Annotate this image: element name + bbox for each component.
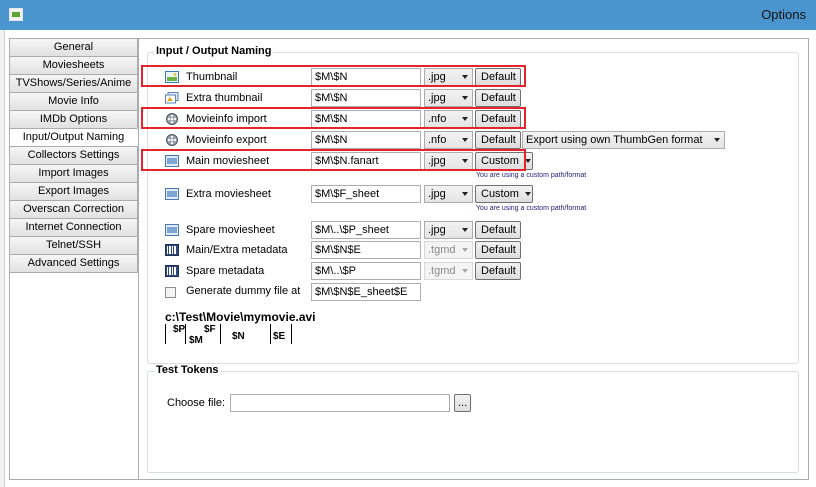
tab-advanced-settings[interactable]: Advanced Settings — [9, 254, 138, 273]
spare-metadata-label: Spare metadata — [186, 265, 265, 277]
tab-tvshows[interactable]: TVShows/Series/Anime — [9, 74, 138, 92]
sheet-picture-icon — [165, 188, 179, 200]
thumbnail-default-button[interactable]: Default — [475, 68, 521, 86]
tab-input-output-naming[interactable]: Input/Output Naming — [9, 128, 138, 146]
tab-general[interactable]: General — [9, 38, 138, 56]
paint-pictures-icon — [165, 92, 179, 104]
chevron-down-icon — [462, 138, 468, 142]
film-reel-icon — [166, 113, 178, 125]
landscape-picture-icon — [165, 71, 179, 83]
test-tokens-title: Test Tokens — [154, 364, 221, 376]
spare-metadata-path-field[interactable]: $M\..\$P — [311, 262, 421, 280]
test-tokens-group — [147, 371, 799, 473]
chevron-down-icon — [462, 192, 468, 196]
generate-dummy-checkbox[interactable] — [165, 287, 176, 298]
extra-thumbnail-ext-select[interactable]: .jpg — [424, 89, 473, 107]
window-title: Options — [761, 7, 806, 22]
movieinfo-export-ext-select[interactable]: .nfo — [424, 131, 473, 149]
tab-collectors-settings[interactable]: Collectors Settings — [9, 146, 138, 164]
extra-thumbnail-label: Extra thumbnail — [186, 92, 263, 104]
chevron-down-icon — [462, 248, 468, 252]
barcode-film-icon — [165, 265, 179, 277]
main-moviesheet-path-field[interactable]: $M\$N.fanart — [311, 152, 421, 170]
extra-thumbnail-path-field[interactable]: $M\$N — [311, 89, 421, 107]
spare-moviesheet-default-button[interactable]: Default — [475, 221, 521, 239]
tab-moviesheets[interactable]: Moviesheets — [9, 56, 138, 74]
chevron-down-icon — [524, 159, 531, 164]
token-e: $E — [273, 331, 286, 342]
chevron-down-icon — [462, 228, 468, 232]
barcode-film-icon — [165, 244, 179, 256]
movieinfo-import-ext-select[interactable]: .nfo — [424, 110, 473, 128]
film-reel-icon — [166, 134, 178, 146]
main-moviesheet-custom-note: You are using a custom path/format — [476, 172, 587, 179]
app-icon — [9, 8, 23, 21]
choose-file-label: Choose file: — [167, 397, 226, 409]
main-moviesheet-label: Main moviesheet — [186, 155, 270, 167]
extra-moviesheet-ext-select[interactable]: .jpg — [424, 185, 473, 203]
extra-thumbnail-default-button[interactable]: Default — [475, 89, 521, 107]
chevron-down-icon — [462, 269, 468, 273]
main-extra-metadata-path-field[interactable]: $M\$N$E — [311, 241, 421, 259]
tab-import-images[interactable]: Import Images — [9, 164, 138, 182]
tab-imdb-options[interactable]: IMDb Options — [9, 110, 138, 128]
chevron-down-icon — [462, 75, 468, 79]
spare-metadata-default-button[interactable]: Default — [475, 262, 521, 280]
chevron-down-icon — [524, 192, 531, 197]
movieinfo-import-label: Movieinfo import — [186, 113, 267, 125]
tab-internet-connection[interactable]: Internet Connection — [9, 218, 138, 236]
tab-movie-info[interactable]: Movie Info — [9, 92, 138, 110]
chevron-down-icon — [462, 96, 468, 100]
main-extra-metadata-label: Main/Extra metadata — [186, 244, 288, 256]
tab-overscan-correction[interactable]: Overscan Correction — [9, 200, 138, 218]
export-format-select[interactable]: Export using own ThumbGen format — [522, 131, 725, 149]
extra-moviesheet-custom-note: You are using a custom path/format — [476, 205, 587, 212]
spare-moviesheet-ext-select[interactable]: .jpg — [424, 221, 473, 239]
token-f: $F — [204, 324, 216, 335]
extra-moviesheet-path-field[interactable]: $M\$F_sheet — [311, 185, 421, 203]
main-moviesheet-custom-button[interactable]: Custom — [475, 152, 533, 170]
choose-file-field[interactable] — [230, 394, 450, 412]
token-legend: c:\Test\Movie\mymovie.avi $P $M $F $N $E — [165, 310, 355, 350]
extra-moviesheet-label: Extra moviesheet — [186, 188, 271, 200]
tab-telnet-ssh[interactable]: Telnet/SSH — [9, 236, 138, 254]
chevron-down-icon — [714, 138, 720, 142]
main-moviesheet-ext-select[interactable]: .jpg — [424, 152, 473, 170]
token-n: $N — [232, 331, 245, 342]
thumbnail-label: Thumbnail — [186, 71, 238, 83]
extra-moviesheet-custom-button[interactable]: Custom — [475, 185, 533, 203]
main-extra-metadata-default-button[interactable]: Default — [475, 241, 521, 259]
settings-panel: Input / Output Naming Thumbnail $M\$N .j… — [138, 38, 809, 480]
chevron-down-icon — [462, 117, 468, 121]
generate-dummy-label: Generate dummy file at — [186, 285, 301, 297]
browse-button[interactable]: ... — [454, 394, 471, 412]
token-path-example: c:\Test\Movie\mymovie.avi — [165, 310, 316, 324]
tab-export-images[interactable]: Export Images — [9, 182, 138, 200]
sheet-picture-icon — [165, 224, 179, 236]
movieinfo-export-label: Movieinfo export — [186, 134, 267, 146]
sheet-picture-icon — [165, 155, 179, 167]
token-p: $P — [173, 324, 186, 335]
generate-dummy-path-field[interactable]: $M\$N$E_sheet$E — [311, 283, 421, 301]
io-naming-title: Input / Output Naming — [154, 45, 274, 57]
title-bar: Options — [0, 0, 816, 30]
spare-metadata-ext-select[interactable]: .tgmd — [424, 262, 473, 280]
nav-tabs: General Moviesheets TVShows/Series/Anime… — [9, 38, 138, 273]
movieinfo-import-default-button[interactable]: Default — [475, 110, 521, 128]
spare-moviesheet-path-field[interactable]: $M\..\$P_sheet — [311, 221, 421, 239]
token-m: $M — [189, 335, 203, 346]
spare-moviesheet-label: Spare moviesheet — [186, 224, 275, 236]
movieinfo-export-path-field[interactable]: $M\$N — [311, 131, 421, 149]
movieinfo-export-default-button[interactable]: Default — [475, 131, 521, 149]
movieinfo-import-path-field[interactable]: $M\$N — [311, 110, 421, 128]
thumbnail-ext-select[interactable]: .jpg — [424, 68, 473, 86]
main-extra-metadata-ext-select[interactable]: .tgmd — [424, 241, 473, 259]
chevron-down-icon — [462, 159, 468, 163]
thumbnail-path-field[interactable]: $M\$N — [311, 68, 421, 86]
